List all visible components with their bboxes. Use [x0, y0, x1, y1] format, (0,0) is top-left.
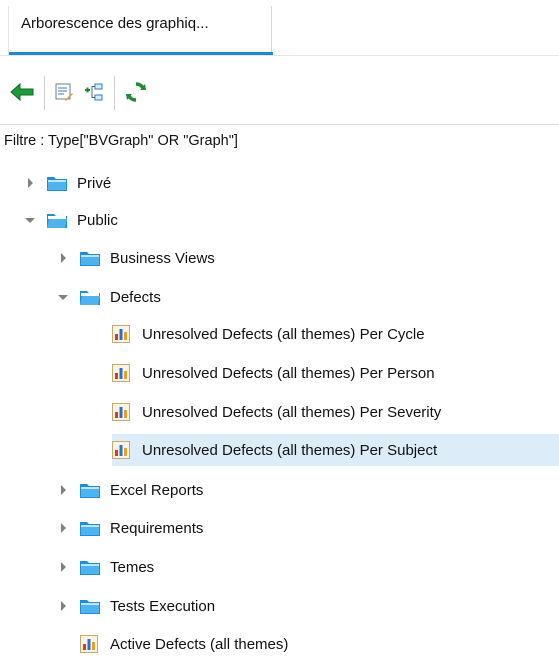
- tree-node-label: Defects: [110, 288, 161, 306]
- tree-node-label: Temes: [110, 558, 155, 576]
- folder-icon: [79, 558, 101, 576]
- tree-node-label: Requirements: [110, 519, 204, 537]
- folder-icon: [79, 597, 101, 615]
- tree-node-defects[interactable]: Defects: [55, 281, 161, 313]
- back-button[interactable]: [8, 78, 36, 106]
- bar-chart-icon: [112, 441, 130, 459]
- folder-icon: [79, 249, 101, 267]
- expand-arrow-icon[interactable]: [55, 559, 71, 575]
- tree-node-label: Privé: [77, 174, 112, 192]
- properties-button[interactable]: [50, 78, 78, 106]
- tree-node-public[interactable]: Public: [22, 204, 118, 236]
- tree-node-label: Excel Reports: [110, 481, 204, 499]
- toolbar: [0, 64, 559, 120]
- tree-node-active-defects[interactable]: Active Defects (all themes): [80, 628, 288, 660]
- collapse-arrow-icon[interactable]: [55, 289, 71, 305]
- bar-chart-icon: [112, 364, 130, 382]
- hierarchy-icon: [85, 83, 103, 101]
- refresh-icon: [126, 82, 146, 102]
- filter-divider: [0, 124, 559, 125]
- tree-node-graph-per-person[interactable]: Unresolved Defects (all themes) Per Pers…: [112, 357, 435, 389]
- tree-node-label: Unresolved Defects (all themes) Per Cycl…: [142, 325, 425, 343]
- tab-chart-tree[interactable]: Arborescence des graphiq...: [8, 6, 273, 56]
- bar-chart-icon: [112, 403, 130, 421]
- tab-label: Arborescence des graphiq...: [21, 15, 209, 32]
- tree-node-graph-per-cycle[interactable]: Unresolved Defects (all themes) Per Cycl…: [112, 318, 425, 350]
- tree-node-label: Unresolved Defects (all themes) Per Pers…: [142, 364, 435, 382]
- filter-text: Filtre : Type["BVGraph" OR "Graph"]: [4, 133, 238, 149]
- folder-icon: [46, 174, 68, 192]
- bar-chart-icon: [112, 325, 130, 343]
- expand-arrow-icon[interactable]: [55, 482, 71, 498]
- tree-node-graph-per-severity[interactable]: Unresolved Defects (all themes) Per Seve…: [112, 396, 441, 428]
- tree-node-tests-execution[interactable]: Tests Execution: [55, 590, 215, 622]
- collapse-arrow-icon[interactable]: [22, 212, 38, 228]
- expand-arrow-icon[interactable]: [55, 250, 71, 266]
- back-arrow-icon: [10, 82, 34, 102]
- tree-node-graph-per-subject[interactable]: Unresolved Defects (all themes) Per Subj…: [112, 434, 559, 466]
- tree-node-excel-reports[interactable]: Excel Reports: [55, 474, 203, 506]
- folder-open-icon: [46, 211, 68, 229]
- tree-node-prive[interactable]: Privé: [22, 167, 111, 199]
- tree-node-label: Active Defects (all themes): [110, 635, 289, 653]
- tree-node-requirements[interactable]: Requirements: [55, 512, 203, 544]
- toolbar-divider: [114, 76, 115, 110]
- tab-divider: [0, 55, 559, 56]
- tree-node-label: Public: [77, 211, 118, 229]
- toolbar-divider: [44, 76, 45, 110]
- tree-node-label: Business Views: [110, 249, 215, 267]
- expand-arrow-icon[interactable]: [22, 175, 38, 191]
- tree-node-label: Unresolved Defects (all themes) Per Subj…: [142, 441, 438, 459]
- folder-icon: [79, 481, 101, 499]
- expand-arrow-icon[interactable]: [55, 598, 71, 614]
- refresh-button[interactable]: [122, 78, 150, 106]
- expand-arrow-icon[interactable]: [55, 520, 71, 536]
- tree-node-label: Tests Execution: [110, 597, 216, 615]
- bar-chart-icon: [80, 635, 98, 653]
- tree-node-business-views[interactable]: Business Views: [55, 242, 215, 274]
- tree-node-label: Unresolved Defects (all themes) Per Seve…: [142, 403, 442, 421]
- properties-icon: [55, 83, 73, 101]
- folder-icon: [79, 519, 101, 537]
- tab-bar: Arborescence des graphiq...: [0, 0, 559, 56]
- tree-node-temes[interactable]: Temes: [55, 551, 154, 583]
- folder-open-icon: [79, 288, 101, 306]
- hierarchy-button[interactable]: [80, 78, 108, 106]
